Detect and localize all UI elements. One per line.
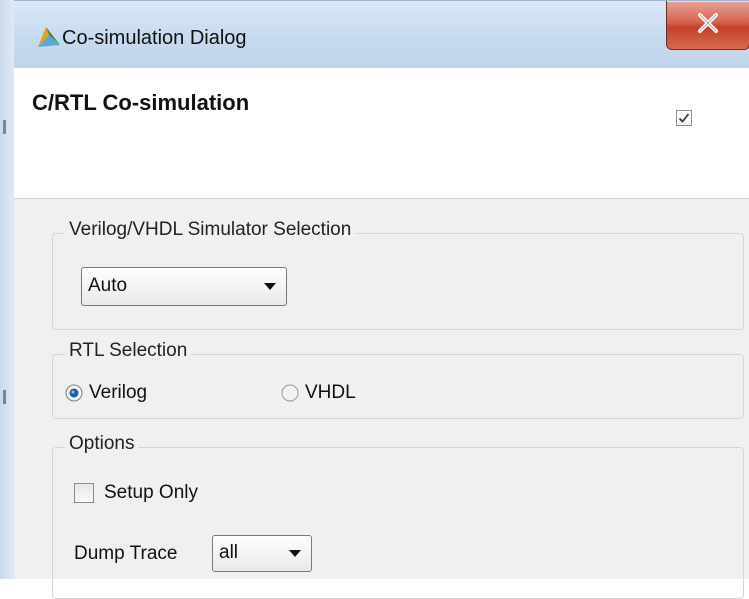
simulator-select[interactable]: Auto xyxy=(81,267,287,306)
radio-verilog[interactable]: Verilog xyxy=(65,382,147,404)
simulator-select-value: Auto xyxy=(88,275,128,296)
dialog-body: Verilog/VHDL Simulator Selection Auto RT… xyxy=(14,199,749,599)
group-legend: RTL Selection xyxy=(65,340,192,362)
simulator-selection-group: Verilog/VHDL Simulator Selection Auto xyxy=(52,219,744,330)
radio-vhdl[interactable]: VHDL xyxy=(281,382,356,404)
dump-trace-label: Dump Trace xyxy=(74,543,178,564)
radio-selected-icon xyxy=(65,384,83,402)
setup-only-label: Setup Only xyxy=(104,482,198,503)
dialog-heading: C/RTL Co-simulation xyxy=(32,90,250,115)
close-icon xyxy=(698,13,718,33)
dump-trace-select[interactable]: all xyxy=(212,535,312,572)
radio-label: VHDL xyxy=(305,382,356,403)
close-button[interactable] xyxy=(666,1,749,50)
edge-mark xyxy=(3,120,6,134)
edge-mark xyxy=(3,390,6,404)
title-bar[interactable]: Co-simulation Dialog xyxy=(14,0,749,69)
checkmark-icon xyxy=(676,110,692,126)
dump-trace-value: all xyxy=(219,542,239,563)
chevron-down-icon xyxy=(289,550,301,557)
group-legend: Options xyxy=(65,433,139,455)
window-title: Co-simulation Dialog xyxy=(62,27,247,49)
radio-unselected-icon xyxy=(281,384,299,402)
background-window-edge xyxy=(0,0,15,579)
setup-only-checkbox[interactable] xyxy=(74,483,94,503)
options-group: Options Setup Only Dump Trace all xyxy=(52,433,744,599)
rtl-selection-group: RTL Selection Verilog VHDL xyxy=(52,340,744,419)
vivado-hls-icon xyxy=(36,23,64,49)
radio-label: Verilog xyxy=(89,382,148,403)
chevron-down-icon xyxy=(264,283,276,290)
dialog-header: C/RTL Co-simulation xyxy=(14,68,749,199)
group-legend: Verilog/VHDL Simulator Selection xyxy=(65,219,356,241)
